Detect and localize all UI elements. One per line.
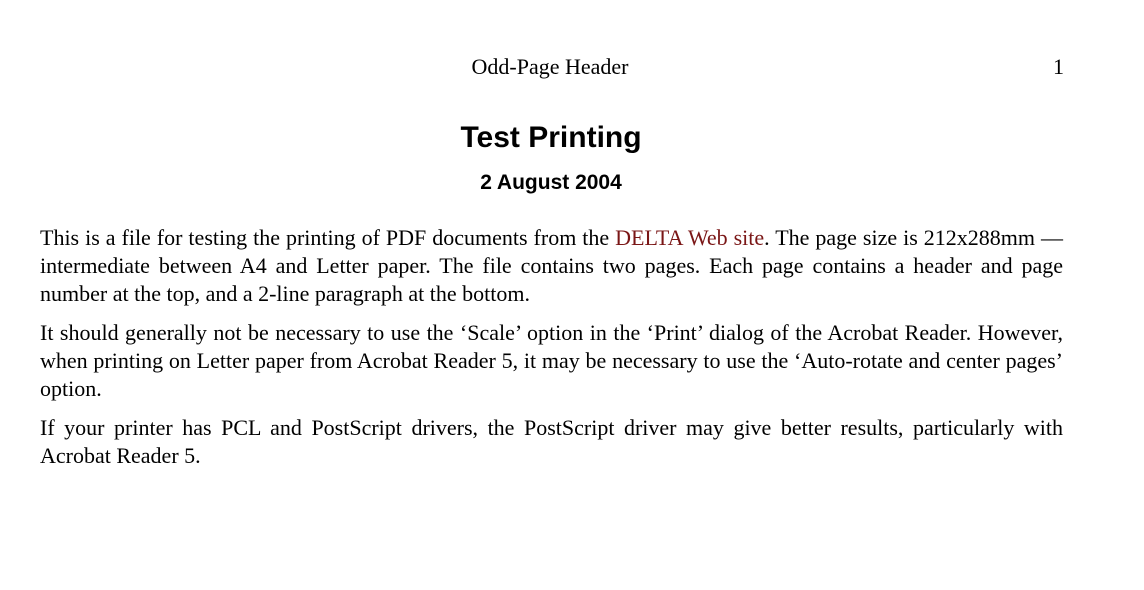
document-page: Odd-Page Header 1 Test Printing 2 August…	[0, 0, 1144, 590]
delta-web-site-link[interactable]: DELTA Web site	[615, 225, 764, 250]
header-title: Odd-Page Header	[471, 54, 629, 79]
paragraph-printer-drivers: If your printer has PCL and PostScript d…	[40, 415, 1063, 468]
running-header: Odd-Page Header 1	[0, 53, 1144, 81]
paragraph-intro: This is a file for testing the printing …	[40, 224, 1063, 308]
document-body: This is a file for testing the printing …	[40, 224, 1063, 481]
document-title: Test Printing	[460, 121, 642, 154]
page-number: 1	[1053, 54, 1064, 79]
paragraph-scale-option: It should generally not be necessary to …	[40, 320, 1063, 401]
paragraph-intro-text-start: This is a file for testing the printing …	[40, 225, 616, 250]
document-date: 2 August 2004	[480, 171, 622, 194]
